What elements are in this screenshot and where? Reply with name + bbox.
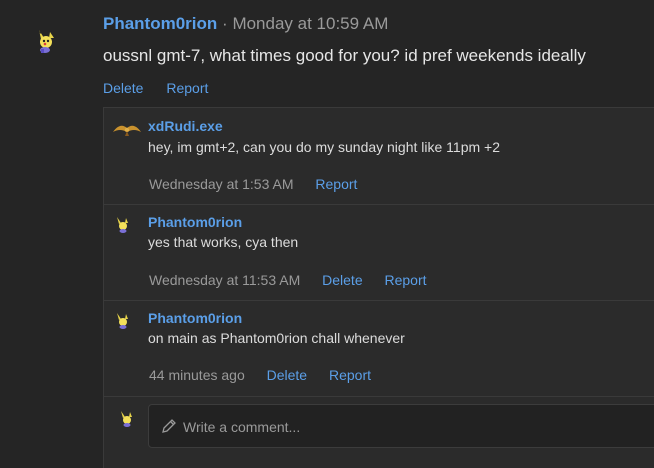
comment-item: Phantom0rion on main as Phantom0rion cha… xyxy=(104,300,654,397)
post-separator: · xyxy=(222,14,228,33)
post-delete-button[interactable]: Delete xyxy=(103,80,143,96)
reply-box[interactable] xyxy=(148,404,654,449)
comment-report-button[interactable]: Report xyxy=(385,272,427,288)
bird-avatar-icon xyxy=(113,125,141,136)
comment-author-link[interactable]: Phantom0rion xyxy=(148,214,242,230)
comment-timestamp[interactable]: Wednesday at 11:53 AM xyxy=(149,272,300,288)
comment-author-link[interactable]: Phantom0rion xyxy=(148,310,242,326)
post-timestamp[interactable]: Monday at 10:59 AM xyxy=(232,14,388,33)
comment-author-link[interactable]: xdRudi.exe xyxy=(148,118,223,134)
comment-report-button[interactable]: Report xyxy=(329,367,371,383)
post-avatar[interactable] xyxy=(30,26,60,56)
comment-text: on main as Phantom0rion chall whenever xyxy=(148,330,405,346)
post-header: Phantom0rion · Monday at 10:59 AM xyxy=(103,14,388,34)
comment-delete-button[interactable]: Delete xyxy=(322,272,362,288)
post-author-link[interactable]: Phantom0rion xyxy=(103,14,217,33)
pikachu-avatar-icon xyxy=(117,313,128,329)
comment-item: Phantom0rion yes that works, cya then We… xyxy=(104,204,654,301)
comment-report-button[interactable]: Report xyxy=(315,176,357,192)
comment-timestamp[interactable]: Wednesday at 1:53 AM xyxy=(149,176,294,192)
reply-avatar xyxy=(116,408,136,428)
comment-meta: Wednesday at 11:53 AM Delete Report xyxy=(149,272,445,288)
pikachu-avatar-icon xyxy=(117,217,128,233)
pencil-icon xyxy=(162,419,176,433)
post-body: oussnl gmt-7, what times good for you? i… xyxy=(103,46,586,65)
comment-text: yes that works, cya then xyxy=(148,234,299,250)
post-actions: Delete Report xyxy=(103,80,227,96)
comment-delete-button[interactable]: Delete xyxy=(267,367,307,383)
comment-text: hey, im gmt+2, can you do my sunday nigh… xyxy=(148,139,501,155)
comment-item: xdRudi.exe hey, im gmt+2, can you do my … xyxy=(104,108,654,205)
comment-input[interactable] xyxy=(181,405,654,449)
comment-timestamp[interactable]: 44 minutes ago xyxy=(149,367,245,383)
pikachu-avatar-icon xyxy=(121,411,132,427)
comment-meta: 44 minutes ago Delete Report xyxy=(149,367,389,383)
comment-meta: Wednesday at 1:53 AM Report xyxy=(149,176,375,192)
comment-avatar[interactable] xyxy=(112,116,142,142)
comment-avatar[interactable] xyxy=(112,214,142,240)
comment-avatar[interactable] xyxy=(112,310,142,336)
post-report-button[interactable]: Report xyxy=(166,80,208,96)
comments-section: xdRudi.exe hey, im gmt+2, can you do my … xyxy=(103,107,654,468)
pikachu-avatar-icon xyxy=(39,30,54,53)
